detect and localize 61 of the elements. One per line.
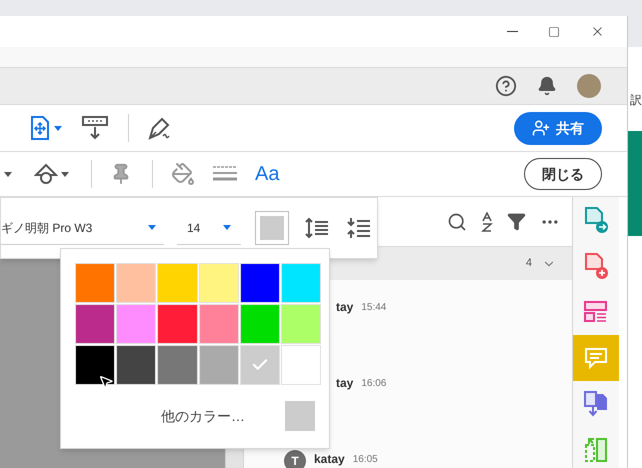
bell-icon[interactable] (537, 76, 557, 96)
list-spacing-icon[interactable] (347, 217, 371, 239)
color-swatch[interactable] (75, 345, 116, 385)
sort-icon[interactable] (481, 212, 493, 232)
maximize-icon (548, 26, 560, 38)
side-label: 訳 (630, 94, 642, 107)
comment-time: 15:44 (361, 301, 386, 315)
compare-pages-icon (583, 437, 609, 463)
more-colors-link[interactable]: 他のカラー… (161, 406, 245, 426)
color-swatch[interactable] (240, 345, 280, 385)
close-panel-button[interactable]: 閉じる (524, 158, 602, 190)
caret-icon (61, 172, 69, 176)
font-dropdown[interactable]: ギノ明朝 Pro W3 (1, 211, 164, 245)
minimize-icon (507, 31, 518, 32)
share-button[interactable]: 共有 (514, 112, 602, 144)
caret-icon (148, 225, 156, 230)
current-color-swatch (285, 401, 315, 431)
avatar[interactable] (577, 74, 601, 98)
comment-time: 16:05 (352, 453, 378, 467)
color-swatch-button[interactable] (255, 211, 289, 245)
add-user-icon (532, 119, 550, 137)
comment-author: tay (336, 299, 354, 316)
color-swatch[interactable] (157, 263, 198, 303)
color-swatch[interactable] (157, 345, 198, 385)
shape-icon[interactable] (34, 163, 69, 185)
comment-author: katay (314, 451, 345, 468)
filter-icon[interactable] (507, 212, 526, 231)
comment-icon (584, 346, 608, 370)
color-swatch[interactable] (280, 263, 321, 303)
add-document-icon (583, 252, 609, 280)
font-size-dropdown[interactable]: 14 (177, 211, 241, 245)
color-swatch[interactable] (198, 304, 239, 344)
combine-document-icon (583, 390, 609, 418)
export-document-icon (583, 206, 609, 234)
text-tool[interactable]: Aa (255, 159, 280, 189)
color-swatch[interactable] (240, 263, 280, 303)
help-icon[interactable] (495, 75, 517, 97)
color-swatch[interactable] (75, 304, 116, 344)
color-swatch[interactable] (198, 263, 239, 303)
caret-icon (223, 225, 231, 230)
color-swatch[interactable] (280, 345, 321, 385)
search-icon[interactable] (447, 212, 467, 232)
lines-icon[interactable] (213, 166, 237, 182)
color-swatch[interactable] (240, 304, 280, 344)
color-swatch[interactable] (116, 263, 156, 303)
color-swatch[interactable] (157, 304, 198, 344)
layout-icon (583, 300, 609, 324)
color-swatch[interactable] (116, 345, 156, 385)
download-icon[interactable] (82, 116, 108, 140)
avatar: T (284, 450, 306, 468)
organize-pages-icon[interactable] (30, 116, 62, 140)
color-swatch[interactable] (116, 304, 156, 344)
line-spacing-icon[interactable] (305, 217, 329, 239)
caret-icon (54, 126, 62, 130)
paint-bucket-icon[interactable] (171, 162, 195, 186)
comment-author: tay (336, 375, 354, 392)
color-swatch[interactable] (198, 345, 239, 385)
color-swatch[interactable] (280, 304, 321, 344)
color-swatch[interactable] (75, 263, 116, 303)
comment-time: 16:06 (361, 377, 386, 391)
comment-count: 4 (526, 256, 532, 272)
